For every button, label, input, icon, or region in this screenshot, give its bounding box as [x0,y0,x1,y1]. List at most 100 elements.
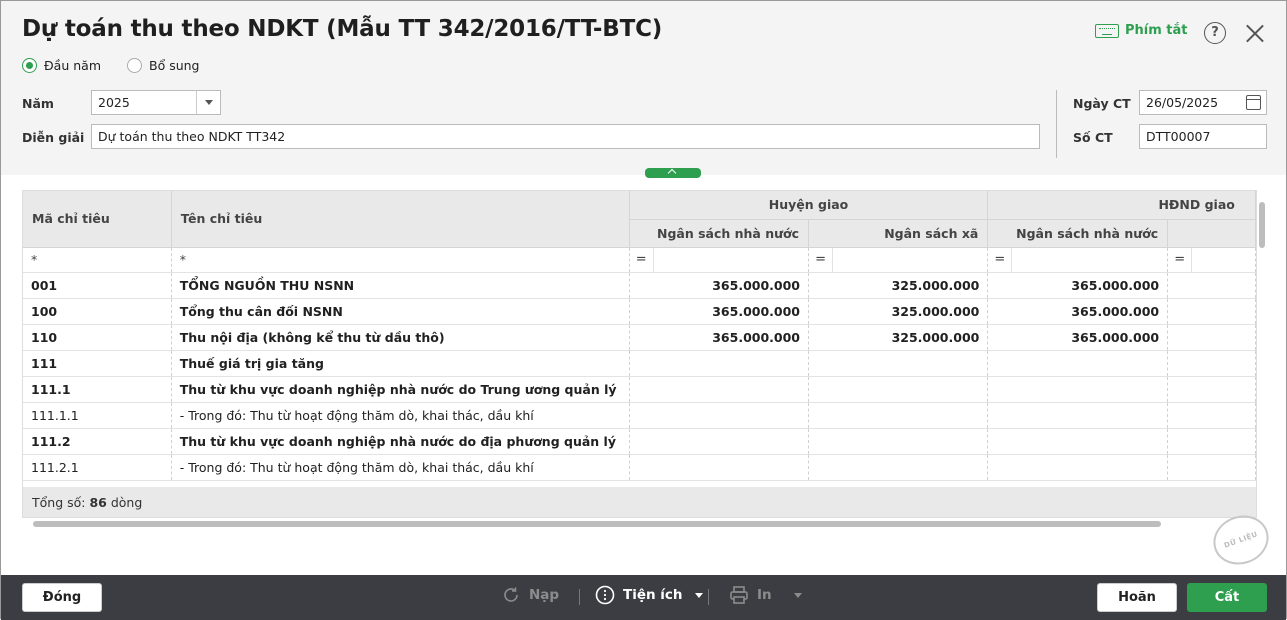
cell-v3[interactable] [987,350,1169,377]
chevron-down-icon[interactable] [196,91,220,114]
cell-v2[interactable]: 325.000.000 [808,272,989,299]
shortcut-button[interactable]: Phím tắt [1095,23,1188,38]
cell-v3[interactable] [987,376,1169,403]
filter-v1[interactable]: = [629,247,810,273]
cell-name[interactable]: - Trong đó: Thu từ hoạt động thăm dò, kh… [171,454,630,481]
table-row[interactable]: 111.2 Thu từ khu vực doanh nghiệp nhà nướ… [23,428,1256,455]
cell-code[interactable]: 111.1 [23,376,172,403]
cell-v2[interactable] [808,376,989,403]
filter-op: * [179,252,186,267]
cell-code[interactable]: 100 [23,298,172,325]
table-row[interactable]: 111.2.1- Trong đó: Thu từ hoạt động thăm… [23,454,1256,481]
table-row[interactable]: 001 TỔNG NGUỒN THU NSNN 365.000.000 325.000… [23,272,1256,299]
cell-v2[interactable]: 325.000.000 [808,324,989,351]
cell-name[interactable]: Thu từ khu vực doanh nghiệp nhà nước do … [171,428,630,455]
date-input[interactable]: 26/05/2025 [1139,90,1267,115]
cell-v4[interactable] [1167,324,1256,351]
radio-bo-sung[interactable]: Bổ sung [127,58,200,73]
dialog-window: Dự toán thu theo NDKT (Mẫu TT 342/2016/T… [0,0,1287,620]
cell-v2[interactable] [808,428,989,455]
cell-v3[interactable]: 365.000.000 [987,298,1169,325]
help-icon[interactable]: ? [1204,22,1226,44]
cell-name[interactable]: Thu nội địa (không kể thu từ dầu thô) [171,324,630,351]
cell-v4[interactable] [1167,428,1256,455]
cell-v1[interactable]: 365.000.000 [629,298,810,325]
scroll-thumb[interactable] [1259,202,1265,248]
cell-code[interactable]: 111.1.1 [23,402,172,429]
cell-v1[interactable]: 365.000.000 [629,324,810,351]
reload-label: Nạp [529,587,560,603]
cell-v4[interactable] [1167,350,1256,377]
scroll-thumb[interactable] [33,521,1161,527]
vertical-scrollbar[interactable] [1258,190,1267,518]
save-button[interactable]: Cất [1187,583,1267,612]
cell-v3[interactable] [987,402,1169,429]
grid-table: Mã chỉ tiêu Tên chỉ tiêu Huyện giao HĐND… [23,191,1256,481]
header-code[interactable]: Mã chỉ tiêu [23,191,172,248]
reload-button[interactable]: Nạp [501,585,559,605]
cell-v4[interactable] [1167,454,1256,481]
cell-v1[interactable] [629,454,810,481]
cell-code[interactable]: 111 [23,350,172,377]
header-name[interactable]: Tên chỉ tiêu [171,191,630,248]
cell-code[interactable]: 110 [23,324,172,351]
table-row[interactable]: 111 Thuế giá trị gia tăng [23,350,1256,377]
filter-op[interactable]: = [630,247,654,271]
horizontal-scrollbar[interactable] [22,519,1257,527]
cell-v3[interactable]: 365.000.000 [987,272,1169,299]
cell-name[interactable]: Thuế giá trị gia tăng [171,350,630,377]
cell-code[interactable]: 001 [23,272,172,299]
cell-code[interactable]: 111.2 [23,428,172,455]
year-select[interactable]: 2025 [91,90,221,115]
filter-op[interactable]: = [809,247,834,271]
filter-name[interactable]: * [171,247,630,273]
table-row[interactable]: 111.1.1- Trong đó: Thu từ hoạt động thăm… [23,402,1256,429]
cell-name[interactable]: Thu từ khu vực doanh nghiệp nhà nước do … [171,376,630,403]
filter-op[interactable]: = [988,247,1013,271]
cell-code[interactable]: 111.2.1 [23,454,172,481]
utility-button[interactable]: Tiện ích [595,585,703,605]
cell-v3[interactable] [987,428,1169,455]
filter-op[interactable]: = [1168,247,1193,271]
print-button[interactable]: In [729,585,802,605]
cell-v3[interactable]: 365.000.000 [987,324,1169,351]
cell-v1[interactable] [629,428,810,455]
cell-v4[interactable] [1167,376,1256,403]
cell-v1[interactable] [629,376,810,403]
cell-v4[interactable] [1167,402,1256,429]
cell-v2[interactable]: 325.000.000 [808,298,989,325]
cell-v4[interactable] [1167,272,1256,299]
filter-code[interactable]: * [23,247,172,273]
cell-v2[interactable] [808,454,989,481]
cell-v3[interactable] [987,454,1169,481]
cell-v1[interactable] [629,402,810,429]
filter-v2[interactable]: = [808,247,989,273]
filter-v3[interactable]: = [987,247,1169,273]
filter-v4[interactable]: = [1167,247,1256,273]
header-g1-nsx[interactable]: Ngân sách xã [808,219,989,248]
calendar-icon[interactable] [1246,95,1261,110]
table-row[interactable]: 100 Tổng thu cân đối NSNN 365.000.000 325.0… [23,298,1256,325]
cancel-button[interactable]: Hoãn [1097,583,1177,612]
close-icon[interactable] [1244,22,1266,44]
collapse-header-button[interactable] [645,168,701,178]
cell-v2[interactable] [808,402,989,429]
close-button[interactable]: Đóng [22,583,102,612]
cell-name[interactable]: Tổng thu cân đối NSNN [171,298,630,325]
table-row[interactable]: 110 Thu nội địa (không kể thu từ dầu thô)… [23,324,1256,351]
table-row[interactable]: 111.1 Thu từ khu vực doanh nghiệp nhà nướ… [23,376,1256,403]
desc-input[interactable]: Dự toán thu theo NDKT TT342 [91,124,1040,149]
header-g1-nsnn[interactable]: Ngân sách nhà nước [629,219,810,248]
chevron-down-icon [793,592,802,598]
cell-name[interactable]: TỔNG NGUỒN THU NSNN [171,272,630,299]
cell-name[interactable]: - Trong đó: Thu từ hoạt động thăm dò, kh… [171,402,630,429]
cell-v4[interactable] [1167,298,1256,325]
chevron-down-icon [694,592,703,598]
header-g2-nsnn[interactable]: Ngân sách nhà nước [987,219,1169,248]
year-label: Năm [22,96,54,111]
radio-dau-nam[interactable]: Đầu năm [22,58,101,73]
cell-v2[interactable] [808,350,989,377]
cell-v1[interactable]: 365.000.000 [629,272,810,299]
doc-number-input[interactable]: DTT00007 [1139,124,1267,149]
cell-v1[interactable] [629,350,810,377]
